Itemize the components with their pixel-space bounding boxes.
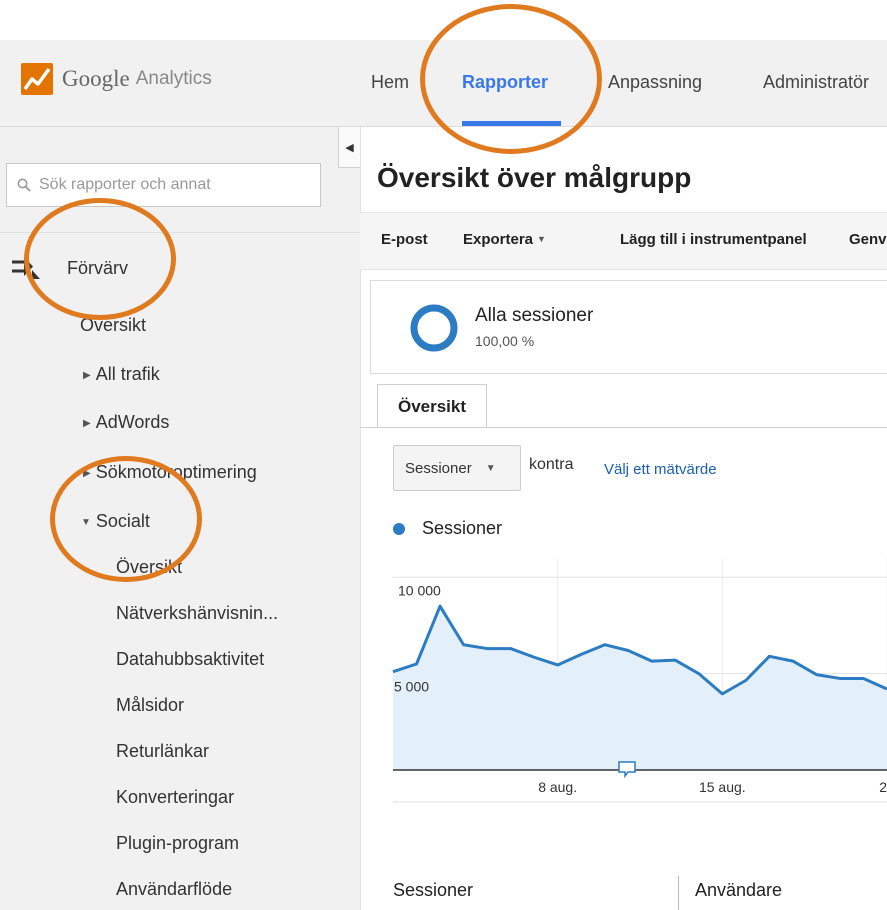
sidebar-section-forvarv[interactable]: Förvärv xyxy=(67,258,128,279)
report-toolbar: E-post Exportera ▼ Lägg till i instrument… xyxy=(360,212,887,270)
page-title: Översikt över målgrupp xyxy=(377,162,692,193)
add-to-dashboard-button[interactable]: Lägg till i instrumentpanel xyxy=(620,231,807,248)
export-button[interactable]: Exportera ▼ xyxy=(463,231,546,248)
comment-icon-shape xyxy=(618,761,636,779)
x-tick-label: 8 aug. xyxy=(538,779,577,795)
search-input[interactable] xyxy=(37,175,311,195)
sidebar-social-anvandarflode[interactable]: Användarflöde xyxy=(116,879,232,900)
sidebar-item-adwords[interactable]: ▶ AdWords xyxy=(83,412,169,433)
chart-legend: Sessioner xyxy=(393,518,502,539)
sidebar-collapse-button[interactable]: ◀ xyxy=(338,127,360,168)
metric-anvandare[interactable]: Användare xyxy=(695,880,782,901)
sidebar-social-malsidor[interactable]: Målsidor xyxy=(116,695,184,716)
y-tick-label: 5 000 xyxy=(394,679,429,695)
sidebar-item-label: All trafik xyxy=(95,364,160,384)
choose-metric-link[interactable]: Välj ett mätvärde xyxy=(604,461,717,478)
sidebar-item-oversikt[interactable]: Översikt xyxy=(80,315,146,336)
report-search[interactable] xyxy=(6,163,321,207)
x-tick-label: 22 xyxy=(879,779,887,795)
metric-select-value: Sessioner xyxy=(405,459,472,477)
export-label: Exportera xyxy=(463,231,534,248)
y-tick-label: 10 000 xyxy=(398,582,441,598)
triangle-right-icon: ▶ xyxy=(83,418,91,429)
nav-anpassning[interactable]: Anpassning xyxy=(608,72,702,93)
x-tick-label: 15 aug. xyxy=(699,779,746,795)
logo-google-text: Google xyxy=(62,66,130,91)
sidebar-social-oversikt[interactable]: Översikt xyxy=(116,557,182,578)
nav-administrator[interactable]: Administratör xyxy=(763,72,869,93)
shortcut-button[interactable]: Genvä xyxy=(849,231,887,248)
logo-analytics-text: Analytics xyxy=(135,68,212,89)
nav-active-underline xyxy=(462,121,561,126)
legend-dot xyxy=(393,522,405,535)
sidebar-item-label: AdWords xyxy=(95,412,170,432)
sidebar-item-label: Sökmotoroptimering xyxy=(95,462,257,482)
sidebar-social-plugin-program[interactable]: Plugin-program xyxy=(116,833,239,854)
metric-separator xyxy=(678,876,679,910)
email-button[interactable]: E-post xyxy=(381,231,428,248)
versus-label: kontra xyxy=(529,456,574,473)
metric-sessioner[interactable]: Sessioner xyxy=(393,880,473,901)
caret-down-icon: ▼ xyxy=(485,462,496,474)
segment-card[interactable]: Alla sessioner 100,00 % xyxy=(370,280,887,374)
nav-hem[interactable]: Hem xyxy=(371,72,409,93)
chevron-left-icon: ◀ xyxy=(345,141,354,154)
sidebar-item-label: Socialt xyxy=(95,511,150,531)
segment-ring-icon xyxy=(410,304,458,352)
sidebar-social-natverkshanvisningar[interactable]: Nätverkshänvisnin... xyxy=(116,603,278,624)
analytics-logo-icon xyxy=(21,63,53,95)
comment-icon[interactable] xyxy=(618,761,636,779)
sidebar-social-returlankar[interactable]: Returlänkar xyxy=(116,741,209,762)
tab-oversikt[interactable]: Översikt xyxy=(377,384,487,428)
triangle-right-icon: ▶ xyxy=(83,468,91,479)
sidebar: ◀ Förvärv Översikt ▶All trafik ▶AdWords … xyxy=(0,127,361,910)
nav-rapporter[interactable]: Rapporter xyxy=(462,72,548,93)
sessions-chart: 10 000 5 000 8 aug. 15 aug. 22 xyxy=(392,558,887,803)
triangle-down-icon: ▼ xyxy=(81,517,91,528)
caret-down-icon: ▼ xyxy=(537,234,546,244)
tab-divider xyxy=(360,427,887,428)
sidebar-item-socialt[interactable]: ▼ Socialt xyxy=(81,511,150,532)
sidebar-item-all-trafik[interactable]: ▶ All trafik xyxy=(83,364,160,385)
google-analytics-logo[interactable]: Google Analytics xyxy=(20,62,212,96)
segment-name: Alla sessioner xyxy=(475,305,594,326)
sidebar-social-konverteringar[interactable]: Konverteringar xyxy=(116,787,234,808)
metric-select[interactable]: Sessioner ▼ xyxy=(393,445,521,491)
legend-label: Sessioner xyxy=(422,518,503,538)
triangle-right-icon: ▶ xyxy=(83,370,91,381)
series-area xyxy=(393,606,887,770)
sidebar-item-sokmotoroptimering[interactable]: ▶ Sökmotoroptimering xyxy=(83,462,257,483)
sidebar-social-datahubbsaktivitet[interactable]: Datahubbsaktivitet xyxy=(116,649,264,670)
search-icon xyxy=(17,178,31,192)
segment-percent: 100,00 % xyxy=(475,333,535,349)
sidebar-divider xyxy=(0,232,360,233)
acquisition-icon xyxy=(12,257,40,279)
